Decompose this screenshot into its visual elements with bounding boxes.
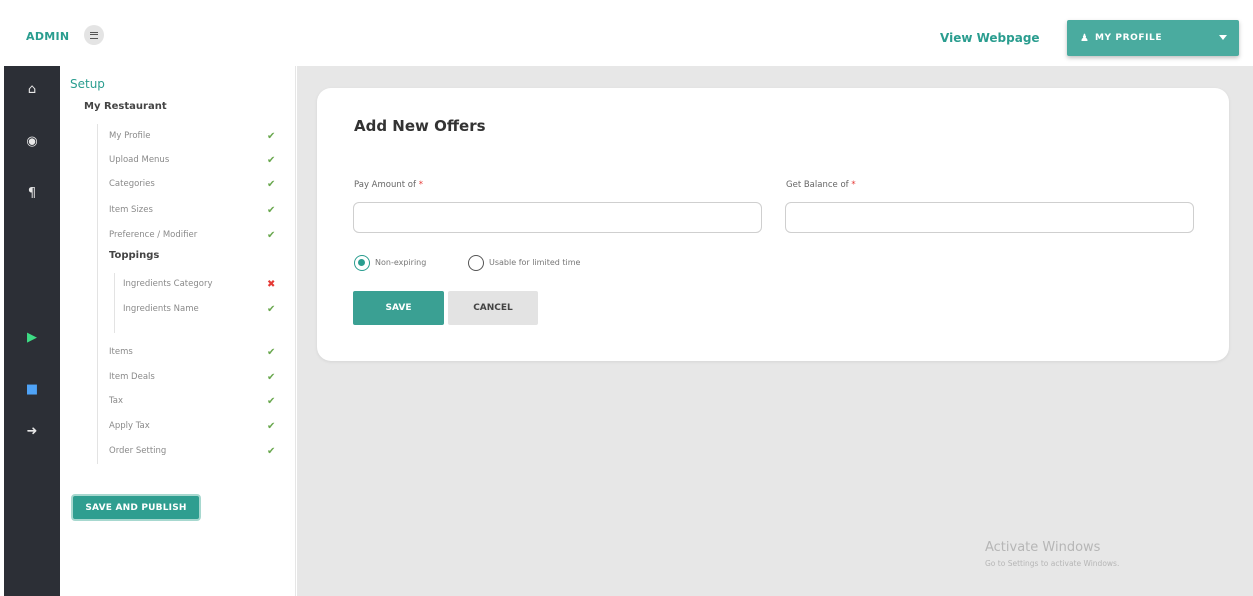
main-content: Add New Offers Pay Amount of * Get Balan… — [297, 66, 1253, 596]
check-icon: ✔ — [267, 230, 276, 241]
top-bar: ADMIN View Webpage ♟ MY PROFILE — [0, 0, 1253, 66]
limited-time-label: Usable for limited time — [489, 258, 581, 267]
non-expiring-radio[interactable] — [354, 255, 370, 271]
tree-line — [114, 273, 115, 333]
user-icon: ♟ — [1080, 32, 1089, 44]
watermark-subtitle: Go to Settings to activate Windows. — [985, 559, 1120, 568]
logout-icon[interactable]: ➜ — [24, 424, 40, 440]
view-webpage-link[interactable]: View Webpage — [940, 31, 1040, 45]
google-play-icon[interactable]: ▶ — [24, 330, 40, 346]
add-offer-card: Add New Offers Pay Amount of * Get Balan… — [317, 88, 1229, 361]
check-icon: ✔ — [267, 179, 276, 190]
non-expiring-label: Non-expiring — [375, 258, 427, 267]
admin-brand: ADMIN — [26, 30, 70, 43]
setup-panel: Setup My Restaurant My Profile ✔ Upload … — [60, 66, 296, 596]
my-profile-dropdown[interactable]: ♟ MY PROFILE — [1067, 20, 1239, 56]
cancel-button[interactable]: CANCEL — [448, 291, 538, 325]
get-balance-input[interactable] — [785, 202, 1194, 233]
setup-item-order-setting[interactable]: Order Setting — [109, 446, 166, 456]
check-icon: ✔ — [267, 205, 276, 216]
check-icon: ✔ — [267, 347, 276, 358]
hamburger-icon — [90, 31, 98, 39]
app-store-icon[interactable]: ■ — [24, 382, 40, 398]
check-icon: ✔ — [267, 304, 276, 315]
setup-item-my-profile[interactable]: My Profile — [109, 131, 151, 141]
get-balance-label: Get Balance of * — [786, 180, 856, 190]
setup-item-upload-menus[interactable]: Upload Menus — [109, 155, 169, 165]
pay-amount-label: Pay Amount of * — [354, 180, 423, 190]
restaurant-heading: My Restaurant — [84, 101, 167, 112]
watermark-title: Activate Windows — [985, 540, 1101, 555]
setup-item-items[interactable]: Items — [109, 347, 133, 357]
setup-item-toppings[interactable]: Toppings — [109, 250, 159, 261]
cross-icon: ✖ — [267, 279, 276, 290]
check-icon: ✔ — [267, 446, 276, 457]
my-profile-label: MY PROFILE — [1094, 33, 1163, 43]
setup-item-item-sizes[interactable]: Item Sizes — [109, 205, 153, 215]
activate-windows-watermark: Activate Windows Go to Settings to activ… — [985, 540, 1119, 568]
check-icon: ✔ — [267, 421, 276, 432]
setup-item-item-deals[interactable]: Item Deals — [109, 372, 155, 382]
page-title: Add New Offers — [354, 117, 486, 135]
setup-item-preference-modifier[interactable]: Preference / Modifier — [109, 230, 197, 240]
limited-time-radio[interactable] — [468, 255, 484, 271]
check-icon: ✔ — [267, 372, 276, 383]
setup-item-ingredients-name[interactable]: Ingredients Name — [123, 304, 199, 314]
tree-line — [97, 124, 98, 464]
setup-item-apply-tax[interactable]: Apply Tax — [109, 421, 150, 431]
utensils-icon[interactable]: ¶ — [24, 186, 40, 202]
save-button[interactable]: SAVE — [353, 291, 444, 325]
save-and-publish-button[interactable]: SAVE AND PUBLISH — [71, 494, 201, 521]
menu-toggle-button[interactable] — [84, 25, 104, 45]
setup-item-ingredients-category[interactable]: Ingredients Category — [123, 279, 213, 289]
setup-item-categories[interactable]: Categories — [109, 179, 155, 189]
check-icon: ✔ — [267, 155, 276, 166]
setup-item-tax[interactable]: Tax — [109, 396, 123, 406]
chevron-down-icon — [1219, 35, 1227, 40]
box-icon[interactable]: ◉ — [24, 134, 40, 150]
pay-amount-input[interactable] — [353, 202, 762, 233]
icon-rail: ⌂ ◉ ¶ ▶ ■ ➜ — [4, 66, 60, 596]
check-icon: ✔ — [267, 396, 276, 407]
check-icon: ✔ — [267, 131, 276, 142]
home-icon[interactable]: ⌂ — [24, 82, 40, 98]
setup-title: Setup — [70, 77, 105, 91]
